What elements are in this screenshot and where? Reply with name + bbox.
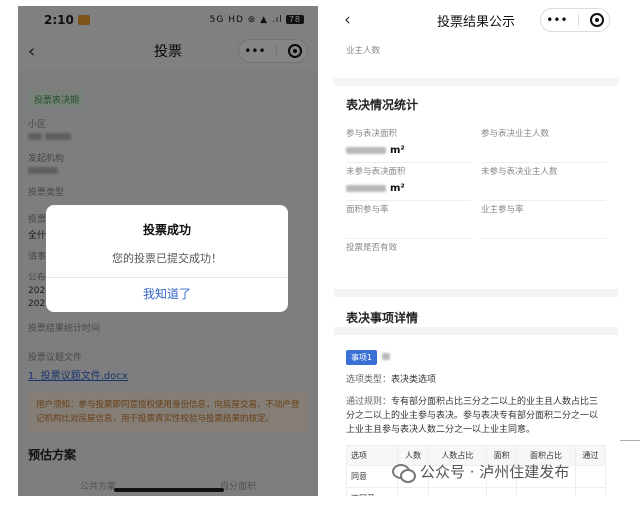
stat-unvoted-owners: 未参与表决业主人数 (481, 163, 606, 201)
vote-stats-card: 表决情况统计 参与表决面积 m² 参与表决业主人数 未参与表决面积 m² 未参与… (334, 86, 618, 289)
stat-validity: 投票是否有效 (346, 243, 398, 253)
table-row: 不同意 (345, 487, 607, 496)
got-it-button[interactable]: 我知道了 (46, 277, 288, 312)
nav-bar: ‹ 投票结果公示 ••• (334, 6, 618, 34)
right-phone-screen: ‹ 投票结果公示 ••• 业主人数 表决情况统计 参与表决面积 m² 参与表决业… (334, 6, 618, 496)
table-header: 选项 (345, 445, 399, 466)
dialog-message: 您的投票已提交成功！ (112, 252, 222, 265)
owner-count-label: 业主人数 (346, 46, 381, 56)
details-title: 表决事项详情 (346, 311, 419, 325)
option-type: 表决类选项 (391, 375, 437, 385)
item-tag: 事项1 (346, 350, 378, 365)
chevron-left-icon[interactable]: ‹ (344, 10, 351, 30)
owner-count-card: 业主人数 (334, 34, 618, 78)
stats-title: 表决情况统计 (346, 98, 419, 112)
stat-voted-area: 参与表决面积 m² (346, 125, 471, 163)
more-icon[interactable]: ••• (546, 13, 567, 27)
home-indicator (114, 488, 224, 492)
dialog-title: 投票成功 (142, 223, 191, 237)
watermark: 公众号 · 泸州住建发布 (392, 461, 570, 483)
stat-area-rate: 面积参与率 (346, 201, 471, 239)
close-target-icon[interactable] (589, 13, 604, 27)
details-header: 表决事项详情 (334, 297, 618, 327)
mini-program-capsule: ••• (540, 8, 610, 32)
stat-owner-rate: 业主参与率 (481, 201, 606, 239)
stat-unvoted-area: 未参与表决面积 m² (346, 163, 471, 201)
success-dialog: 投票成功 您的投票已提交成功！ 我知道了 (46, 205, 288, 312)
table-header: 通过 (574, 445, 607, 466)
wechat-icon (392, 463, 416, 483)
stat-voted-owners: 参与表决业主人数 (481, 125, 606, 163)
page-title: 投票结果公示 (436, 14, 515, 30)
watermark-text: 公众号 · 泸州住建发布 (420, 463, 570, 481)
